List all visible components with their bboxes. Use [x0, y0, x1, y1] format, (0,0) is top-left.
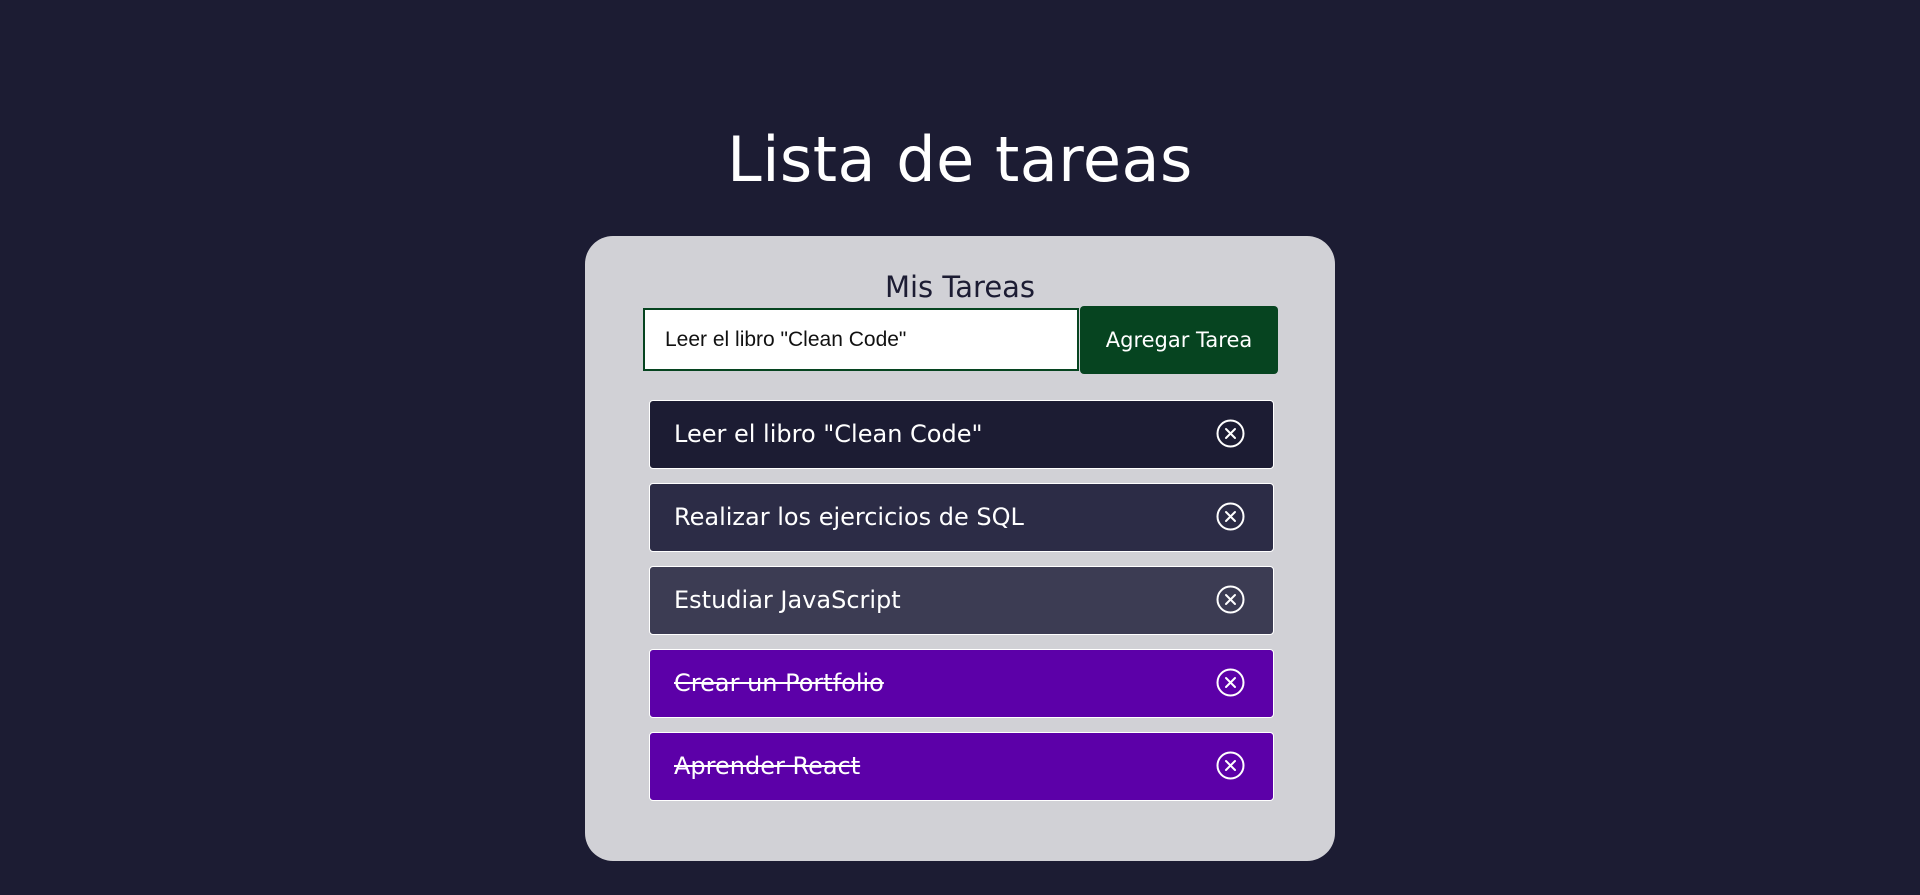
card-title: Mis Tareas — [884, 270, 1036, 304]
task-text: Leer el libro "Clean Code" — [674, 420, 983, 448]
close-circle-icon[interactable] — [1215, 501, 1246, 532]
close-circle-icon[interactable] — [1215, 667, 1246, 698]
task-input[interactable] — [643, 308, 1079, 371]
task-text: Crear un Portfolio — [674, 669, 884, 697]
close-circle-icon[interactable] — [1215, 418, 1246, 449]
task-item-completed[interactable]: Aprender React — [649, 732, 1274, 801]
task-form: Agregar Tarea — [643, 306, 1278, 374]
task-card: Mis Tareas Agregar Tarea Leer el libro "… — [585, 236, 1335, 861]
close-circle-icon[interactable] — [1215, 750, 1246, 781]
task-list: Leer el libro "Clean Code" Realizar los … — [649, 400, 1274, 815]
task-text: Aprender React — [674, 752, 861, 780]
task-text: Estudiar JavaScript — [674, 586, 901, 614]
task-item-completed[interactable]: Crear un Portfolio — [649, 649, 1274, 718]
close-circle-icon[interactable] — [1215, 584, 1246, 615]
task-text: Realizar los ejercicios de SQL — [674, 503, 1024, 531]
page-title: Lista de tareas — [727, 123, 1193, 196]
task-item[interactable]: Estudiar JavaScript — [649, 566, 1274, 635]
add-task-button[interactable]: Agregar Tarea — [1080, 306, 1278, 374]
task-item[interactable]: Realizar los ejercicios de SQL — [649, 483, 1274, 552]
task-item[interactable]: Leer el libro "Clean Code" — [649, 400, 1274, 469]
